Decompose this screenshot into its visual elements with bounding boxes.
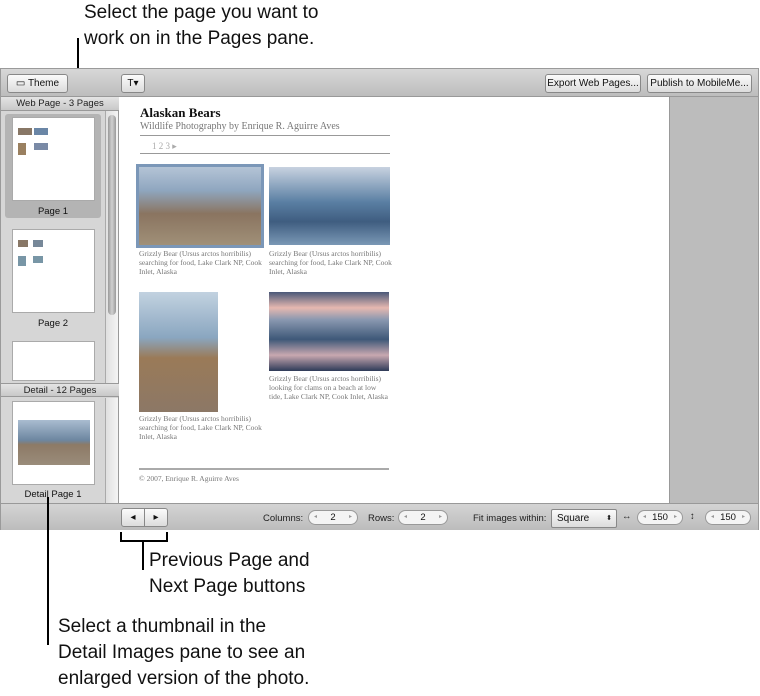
theme-label: Theme xyxy=(27,78,60,89)
height-stepper[interactable]: ◂ 150 ▸ xyxy=(705,510,751,525)
rows-value: 2 xyxy=(420,512,426,523)
callout-line: Next Page buttons xyxy=(149,576,306,597)
theme-icon: ▭ xyxy=(15,78,28,89)
previous-page-button[interactable]: ◂ xyxy=(121,508,145,527)
page-title: Alaskan Bears xyxy=(140,105,221,120)
photo-caption: Grizzly Bear (Ursus arctos horribilis) s… xyxy=(139,414,262,441)
web-page-preview: Alaskan Bears Wildlife Photography by En… xyxy=(119,97,669,503)
columns-value: 2 xyxy=(330,512,336,523)
callout-leader xyxy=(47,497,49,645)
columns-stepper[interactable]: ◂ 2 ▸ xyxy=(308,510,358,525)
height-value: 150 xyxy=(720,512,736,523)
bear-photo-selected[interactable] xyxy=(136,164,264,248)
fit-images-label: Fit images within: xyxy=(473,513,547,524)
photo-caption: Grizzly Bear (Ursus arctos horribilis) s… xyxy=(139,249,262,276)
scroll-thumb[interactable] xyxy=(108,115,116,315)
text-icon: T▾ xyxy=(127,78,139,89)
page-thumbnail[interactable] xyxy=(12,117,95,201)
detail-label: Detail Page 1 xyxy=(24,489,82,500)
width-icon: ↔ xyxy=(622,511,632,522)
callout-pages-pane: Select the page you want to work on in t… xyxy=(84,0,319,52)
page-label: Page 1 xyxy=(37,206,69,217)
callout-nav-buttons: Previous Page and Next Page buttons xyxy=(149,548,310,600)
callout-line: enlarged version of the photo. xyxy=(58,668,310,689)
page-footer: © 2007, Enrique R. Aguirre Aves xyxy=(139,474,239,483)
callout-leader xyxy=(142,540,144,570)
photo-caption: Grizzly Bear (Ursus arctos horribilis) l… xyxy=(269,374,388,401)
export-web-pages-button[interactable]: Export Web Pages... xyxy=(545,74,641,93)
rows-stepper[interactable]: ◂ 2 ▸ xyxy=(398,510,448,525)
pages-pane-header: Web Page - 3 Pages xyxy=(1,97,119,111)
callout-line: Select a thumbnail in the xyxy=(58,616,267,637)
left-arrow-icon: ◂ xyxy=(130,512,136,523)
bottom-bar: ◂ ▸ Columns: ◂ 2 ▸ Rows: ◂ 2 ▸ Fit images wi… xyxy=(1,503,758,530)
detail-thumbnail[interactable] xyxy=(12,401,95,485)
app-window: ▭ Theme T▾ Export Web Pages... Publish t… xyxy=(0,68,759,530)
pages-scrollbar[interactable] xyxy=(105,111,118,383)
callout-bracket xyxy=(120,532,122,542)
page-thumbnail[interactable] xyxy=(12,341,95,381)
page-label: Page 2 xyxy=(37,318,69,329)
right-margin xyxy=(669,97,758,503)
callout-line: work on in the Pages pane. xyxy=(84,28,315,49)
fit-value: Square xyxy=(557,513,590,524)
columns-label: Columns: xyxy=(263,513,304,524)
page-thumbnail[interactable] xyxy=(12,229,95,313)
callout-bracket xyxy=(120,540,168,542)
theme-button[interactable]: ▭ Theme xyxy=(7,74,68,93)
detail-scrollbar[interactable] xyxy=(105,398,118,503)
divider xyxy=(139,468,389,470)
callout-line: Detail Images pane to see an xyxy=(58,642,306,663)
toolbar: ▭ Theme T▾ Export Web Pages... Publish t… xyxy=(1,69,758,97)
bear-photo[interactable] xyxy=(139,292,218,412)
next-page-button[interactable]: ▸ xyxy=(144,508,168,527)
divider xyxy=(140,153,390,154)
callout-line: Previous Page and xyxy=(149,550,310,571)
callout-detail-pane: Select a thumbnail in the Detail Images … xyxy=(58,614,309,692)
photo-caption: Grizzly Bear (Ursus arctos horribilis) s… xyxy=(269,249,392,276)
text-style-button[interactable]: T▾ xyxy=(121,74,145,93)
page-navigation[interactable]: 1 2 3 ▸ xyxy=(152,141,177,152)
bear-photo[interactable] xyxy=(269,167,390,245)
updown-icon: ⬍ xyxy=(606,515,612,522)
page-subtitle: Wildlife Photography by Enrique R. Aguir… xyxy=(140,121,340,132)
callout-line: Select the page you want to xyxy=(84,2,319,23)
fit-images-select[interactable]: Square ⬍ xyxy=(551,509,617,528)
detail-pane-header: Detail - 12 Pages xyxy=(1,383,119,397)
height-icon: ↕ xyxy=(690,511,695,522)
width-value: 150 xyxy=(652,512,668,523)
publish-mobileme-button[interactable]: Publish to MobileMe... xyxy=(647,74,752,93)
callout-bracket xyxy=(166,532,168,542)
divider xyxy=(140,135,390,136)
pages-pane: Web Page - 3 Pages Page 1 Page 2 Detail … xyxy=(1,97,119,503)
bear-photo[interactable] xyxy=(269,292,389,371)
width-stepper[interactable]: ◂ 150 ▸ xyxy=(637,510,683,525)
right-arrow-icon: ▸ xyxy=(153,512,159,523)
rows-label: Rows: xyxy=(368,513,395,524)
